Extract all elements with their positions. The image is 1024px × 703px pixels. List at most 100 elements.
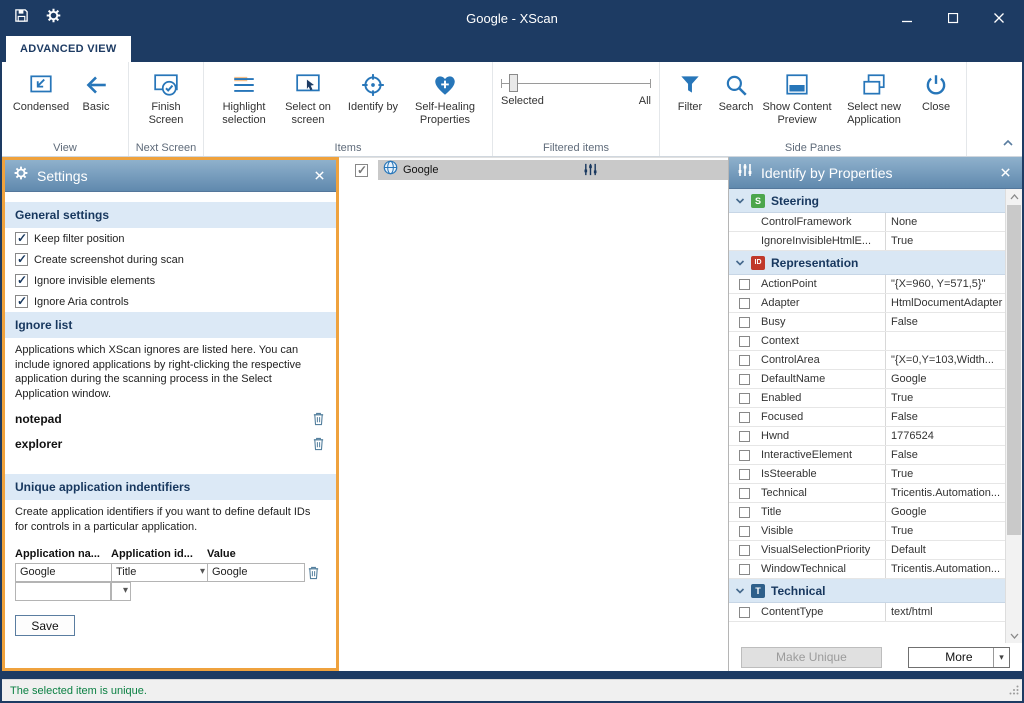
delete-icon[interactable] [305, 565, 321, 580]
property-row[interactable]: Hwnd1776524 [729, 427, 1005, 446]
property-value[interactable]: Tricentis.Automation... [885, 484, 1005, 502]
property-row[interactable]: ControlArea"{X=0,Y=103,Width... [729, 351, 1005, 370]
maximize-button[interactable] [930, 0, 976, 36]
property-value[interactable]: True [885, 465, 1005, 483]
close-pane-button[interactable]: Close [914, 66, 958, 114]
property-row[interactable]: WindowTechnicalTricentis.Automation... [729, 560, 1005, 579]
scroll-up-arrow-icon[interactable] [1006, 189, 1022, 204]
property-row[interactable]: ContentTypetext/html [729, 603, 1005, 622]
select-on-screen-button[interactable]: Select on screen [276, 66, 340, 126]
property-value[interactable]: False [885, 313, 1005, 331]
property-checkbox[interactable] [739, 545, 750, 556]
checkbox-icon[interactable] [15, 295, 28, 308]
property-value[interactable]: True [885, 522, 1005, 540]
resize-grip[interactable] [1009, 685, 1019, 698]
property-row[interactable]: IsSteerableTrue [729, 465, 1005, 484]
scrollbar[interactable] [1005, 189, 1022, 643]
self-healing-properties-button[interactable]: Self-Healing Properties [406, 66, 484, 126]
chevron-down-icon[interactable] [735, 587, 745, 595]
settings-checkbox-row[interactable]: Ignore Aria controls [5, 291, 336, 312]
make-unique-button[interactable]: Make Unique [741, 647, 882, 668]
property-row[interactable]: TechnicalTricentis.Automation... [729, 484, 1005, 503]
property-checkbox[interactable] [739, 469, 750, 480]
property-checkbox[interactable] [739, 412, 750, 423]
chevron-down-icon[interactable] [735, 197, 745, 205]
settings-checkbox-row[interactable]: Create screenshot during scan [5, 249, 336, 270]
delete-icon[interactable] [310, 411, 326, 426]
close-icon[interactable] [310, 167, 328, 185]
property-value[interactable]: Tricentis.Automation... [885, 560, 1005, 578]
value-cell[interactable]: Google [207, 563, 305, 582]
minimize-button[interactable] [884, 0, 930, 36]
property-value[interactable]: Google [885, 370, 1005, 388]
property-row[interactable]: AdapterHtmlDocumentAdapter [729, 294, 1005, 313]
checkbox-icon[interactable] [15, 253, 28, 266]
property-value[interactable]: text/html [885, 603, 1005, 621]
property-row[interactable]: IgnoreInvisibleHtmlE...True [729, 232, 1005, 251]
property-value[interactable]: Google [885, 503, 1005, 521]
filter-button[interactable]: Filter [668, 66, 712, 114]
property-row[interactable]: ActionPoint"{X=960, Y=571,5}" [729, 275, 1005, 294]
property-value[interactable]: True [885, 232, 1005, 250]
property-row[interactable]: BusyFalse [729, 313, 1005, 332]
property-checkbox[interactable] [739, 607, 750, 618]
property-value[interactable]: "{X=0,Y=103,Width... [885, 351, 1005, 369]
property-row[interactable]: Context [729, 332, 1005, 351]
select-new-application-button[interactable]: Select new Application [834, 66, 914, 126]
property-group-header[interactable]: Technical [729, 579, 1005, 603]
property-row[interactable]: EnabledTrue [729, 389, 1005, 408]
tree-checkbox[interactable] [355, 164, 368, 177]
show-content-preview-button[interactable]: Show Content Preview [760, 66, 834, 126]
property-checkbox[interactable] [739, 488, 750, 499]
property-row[interactable]: InteractiveElementFalse [729, 446, 1005, 465]
property-value[interactable]: "{X=960, Y=571,5}" [885, 275, 1005, 293]
scroll-down-arrow-icon[interactable] [1006, 628, 1022, 643]
property-group-header[interactable]: Representation [729, 251, 1005, 275]
tree-selected-item[interactable]: Google [378, 160, 728, 180]
property-group-header[interactable]: Steering [729, 189, 1005, 213]
chevron-up-icon[interactable] [1002, 134, 1014, 152]
search-button[interactable]: Search [712, 66, 760, 114]
application-name-cell[interactable]: Google [15, 563, 111, 582]
property-value[interactable]: True [885, 389, 1005, 407]
tree-row-google[interactable]: Google [339, 160, 728, 180]
delete-icon[interactable] [310, 436, 326, 451]
property-checkbox[interactable] [739, 431, 750, 442]
property-checkbox[interactable] [739, 374, 750, 385]
application-name-cell-empty[interactable] [15, 582, 111, 601]
property-checkbox[interactable] [739, 507, 750, 518]
property-checkbox[interactable] [739, 279, 750, 290]
property-checkbox[interactable] [739, 317, 750, 328]
property-checkbox[interactable] [739, 526, 750, 537]
property-value[interactable]: 1776524 [885, 427, 1005, 445]
property-value[interactable]: None [885, 213, 1005, 231]
filtered-items-slider[interactable] [501, 74, 651, 92]
settings-checkbox-row[interactable]: Ignore invisible elements [5, 270, 336, 291]
property-value[interactable]: False [885, 408, 1005, 426]
property-row[interactable]: ControlFrameworkNone [729, 213, 1005, 232]
chevron-down-icon[interactable] [993, 648, 1009, 667]
chevron-down-icon[interactable] [735, 259, 745, 267]
property-row[interactable]: FocusedFalse [729, 408, 1005, 427]
close-icon[interactable] [996, 164, 1014, 182]
property-checkbox[interactable] [739, 564, 750, 575]
checkbox-icon[interactable] [15, 232, 28, 245]
property-checkbox[interactable] [739, 450, 750, 461]
gear-icon[interactable] [45, 7, 62, 29]
scrollbar-thumb[interactable] [1007, 205, 1021, 535]
identify-by-properties-icon[interactable] [583, 162, 598, 182]
basic-button[interactable]: Basic [72, 66, 120, 114]
property-row[interactable]: TitleGoogle [729, 503, 1005, 522]
close-button[interactable] [976, 0, 1022, 36]
property-checkbox[interactable] [739, 355, 750, 366]
identify-by-button[interactable]: Identify by [340, 66, 406, 114]
highlight-selection-button[interactable]: Highlight selection [212, 66, 276, 126]
property-value[interactable]: HtmlDocumentAdapter [885, 294, 1005, 312]
property-checkbox[interactable] [739, 298, 750, 309]
application-id-dropdown[interactable]: Title [111, 563, 207, 582]
condensed-button[interactable]: Condensed [10, 66, 72, 114]
slider-thumb[interactable] [509, 74, 518, 92]
property-checkbox[interactable] [739, 393, 750, 404]
save-icon[interactable] [14, 8, 29, 28]
property-checkbox[interactable] [739, 336, 750, 347]
